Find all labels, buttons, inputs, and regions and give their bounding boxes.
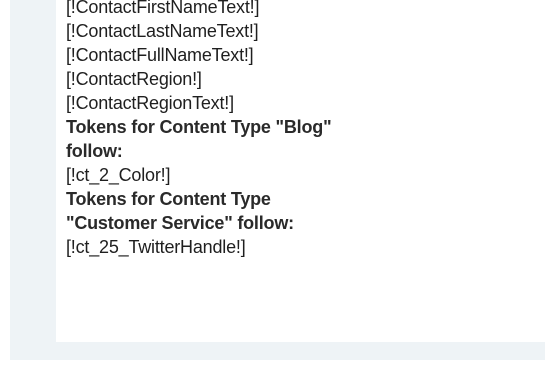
- section-heading-blog-line-1: Tokens for Content Type "Blog": [66, 117, 332, 137]
- token-ct-2-color: [!ct_2_Color!]: [66, 165, 171, 185]
- section-heading-blog-line-2: follow:: [66, 141, 123, 161]
- token-contact-region: [!ContactRegion!]: [66, 69, 202, 89]
- section-heading-customer-service-line-2: "Customer Service" follow:: [66, 213, 294, 233]
- token-panel: [!ContactFirstNameText!] [!ContactLastNa…: [10, 0, 545, 360]
- token-contact-region-text: [!ContactRegionText!]: [66, 93, 234, 113]
- token-content-area: [!ContactFirstNameText!] [!ContactLastNa…: [56, 0, 545, 342]
- token-list: [!ContactFirstNameText!] [!ContactLastNa…: [66, 0, 536, 259]
- section-heading-customer-service-line-1: Tokens for Content Type: [66, 189, 271, 209]
- token-contact-last-name-text: [!ContactLastNameText!]: [66, 21, 259, 41]
- token-ct-25-twitter-handle: [!ct_25_TwitterHandle!]: [66, 237, 246, 257]
- token-contact-first-name-text: [!ContactFirstNameText!]: [66, 0, 260, 17]
- token-contact-full-name-text: [!ContactFullNameText!]: [66, 45, 254, 65]
